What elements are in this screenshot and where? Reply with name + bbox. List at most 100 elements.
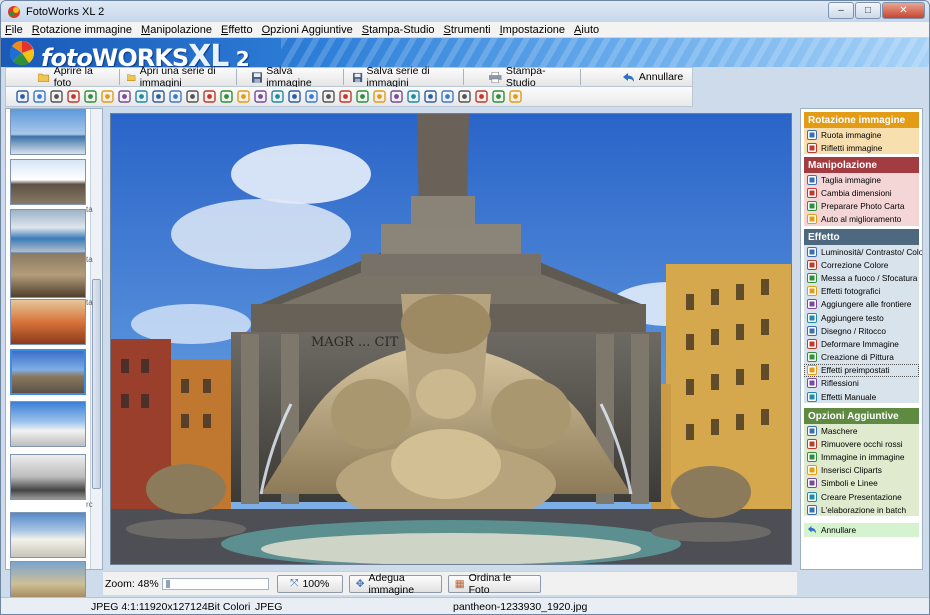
panel-item[interactable]: Preparare Photo Carta: [804, 199, 919, 212]
menu-print-studio[interactable]: Stampa-Studio: [362, 24, 435, 36]
panel-item[interactable]: Inserisci Cliparts: [804, 464, 919, 477]
mirror-icon[interactable]: [101, 90, 114, 103]
thumbnail-4[interactable]: [10, 252, 86, 298]
menu-help[interactable]: Aiuto: [574, 24, 599, 36]
thumbnail-3[interactable]: [10, 209, 86, 255]
panel-item[interactable]: Riflessioni: [804, 377, 919, 390]
menu-tools[interactable]: Strumenti: [444, 24, 491, 36]
thumbnail-8[interactable]: [10, 454, 86, 500]
picture-icon[interactable]: [390, 90, 403, 103]
save-image-button[interactable]: Salva immagine: [240, 65, 341, 89]
clipart-icon[interactable]: [458, 90, 471, 103]
panel-item[interactable]: Effetti preimpostati: [804, 363, 919, 377]
section-header-manipulation[interactable]: Manipolazione: [804, 157, 919, 173]
panel-item[interactable]: Taglia immagine: [804, 173, 919, 186]
open-photo-button[interactable]: Aprire la foto: [6, 65, 116, 89]
fx-b-icon[interactable]: [373, 90, 386, 103]
text-a-icon[interactable]: [288, 90, 301, 103]
panel-item[interactable]: Deformare Immagine: [804, 337, 919, 350]
flip-icon[interactable]: [84, 90, 97, 103]
close-button[interactable]: ✕: [882, 2, 925, 19]
panel-item[interactable]: Disegno / Ritocco: [804, 324, 919, 337]
brush-icon[interactable]: [186, 90, 199, 103]
panel-item[interactable]: Maschere: [804, 424, 919, 437]
zoom-slider-knob[interactable]: [165, 579, 170, 588]
thumbnail-2[interactable]: [10, 159, 86, 205]
panel-item[interactable]: Aggiungere alle frontiere: [804, 298, 919, 311]
zoom-slider[interactable]: [161, 577, 269, 590]
menu-manipulation[interactable]: Manipolazione: [141, 24, 212, 36]
frame-icon[interactable]: [237, 90, 250, 103]
photo-card-icon[interactable]: [322, 90, 335, 103]
panel-item[interactable]: Aggiungere testo: [804, 311, 919, 324]
image-icon[interactable]: [271, 90, 284, 103]
panel-item[interactable]: Creazione di Pittura: [804, 351, 919, 364]
thumbnail-1[interactable]: [10, 109, 86, 155]
fill-icon[interactable]: [339, 90, 352, 103]
draw-pencil-icon[interactable]: [305, 90, 318, 103]
shape-icon[interactable]: [475, 90, 488, 103]
panel-item[interactable]: Correzione Colore: [804, 258, 919, 271]
rotate-ccw-icon[interactable]: [50, 90, 63, 103]
open-photo-label: Aprire la foto: [53, 65, 93, 89]
panel-undo-row[interactable]: Annullare: [804, 523, 919, 537]
brand-version: 2: [235, 47, 250, 67]
status-format: JPEG 4:1:1: [91, 601, 145, 613]
mask-icon[interactable]: [407, 90, 420, 103]
main-image-view[interactable]: MAGR ... CIT: [110, 113, 792, 565]
crop-icon[interactable]: [152, 90, 165, 103]
rgb-icon[interactable]: [220, 90, 233, 103]
section-header-rotation[interactable]: Rotazione immagine: [804, 112, 919, 128]
panel-item[interactable]: Ruota immagine: [804, 128, 919, 141]
photo-frame-icon[interactable]: [254, 90, 267, 103]
fx-a-icon[interactable]: [356, 90, 369, 103]
panel-item[interactable]: Luminosità/ Contrasto/ Colore: [804, 245, 922, 258]
menu-options[interactable]: Opzioni Aggiuntive: [262, 24, 353, 36]
scrollbar-thumb[interactable]: [92, 279, 101, 489]
panel-item[interactable]: Immagine in immagine: [804, 450, 919, 463]
panel-item[interactable]: Creare Presentazione: [804, 490, 919, 503]
panel-item[interactable]: Simboli e Linee: [804, 477, 919, 490]
batch-icon[interactable]: [509, 90, 522, 103]
status-filename: pantheon-1233930_1920.jpg: [453, 601, 588, 613]
maximize-button[interactable]: □: [855, 2, 881, 19]
star-icon[interactable]: [492, 90, 505, 103]
save-series-button[interactable]: Salva serie di immagini: [347, 65, 460, 89]
menu-effect[interactable]: Effetto: [221, 24, 253, 36]
open-series-button[interactable]: Apri una serie di immagini: [123, 65, 233, 89]
transform-icon[interactable]: [169, 90, 182, 103]
rotate-cw-icon[interactable]: [67, 90, 80, 103]
panel-item[interactable]: Cambia dimensioni: [804, 186, 919, 199]
section-header-effect[interactable]: Effetto: [804, 229, 919, 245]
rotate-left-icon[interactable]: [16, 90, 29, 103]
menu-file[interactable]: File: [5, 24, 23, 36]
panel-item[interactable]: Effetti fotografici: [804, 285, 919, 298]
thumbnail-6[interactable]: [10, 349, 86, 395]
panel-item[interactable]: Messa a fuoco / Sfocatura: [804, 271, 919, 284]
panel-item[interactable]: Effetti Manuale: [804, 390, 919, 403]
print-studio-button[interactable]: Stampa-Studio: [467, 65, 577, 89]
fit-icon: ✥: [355, 577, 365, 590]
panel-item[interactable]: L'elaborazione in batch: [804, 503, 919, 516]
menu-settings[interactable]: Impostazione: [500, 24, 565, 36]
section-header-options[interactable]: Opzioni Aggiuntive: [804, 408, 919, 424]
cut-icon[interactable]: [135, 90, 148, 103]
picture-in-picture-icon[interactable]: [441, 90, 454, 103]
zoom-100-button[interactable]: ⤧ 100%: [276, 574, 343, 593]
rotate-right-icon[interactable]: [33, 90, 46, 103]
thumbnail-5[interactable]: [10, 299, 86, 345]
fit-image-button[interactable]: ✥ Adegua immagine: [348, 572, 442, 596]
minimize-button[interactable]: –: [828, 2, 854, 19]
menu-rotation[interactable]: Rotazione immagine: [32, 24, 132, 36]
color-levels-icon[interactable]: [203, 90, 216, 103]
thumbnail-7[interactable]: [10, 401, 86, 447]
effect-icon[interactable]: [118, 90, 131, 103]
undo-button[interactable]: Annullare: [584, 68, 692, 86]
panel-undo-button[interactable]: Annullare: [804, 523, 919, 537]
thumbnail-9[interactable]: [10, 512, 86, 558]
panel-item[interactable]: Auto al miglioramento: [804, 213, 919, 226]
sort-photos-button[interactable]: ▦ Ordina le Foto: [447, 572, 541, 596]
red-eye-icon[interactable]: [424, 90, 437, 103]
panel-item[interactable]: Rifletti immagine: [804, 141, 919, 154]
panel-item[interactable]: Rimuovere occhi rossi: [804, 437, 919, 450]
